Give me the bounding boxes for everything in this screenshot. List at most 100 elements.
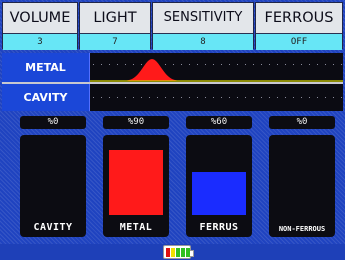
meter-cavity-percent: %0 [20,116,86,129]
grid-dot [341,64,342,65]
meter-ferrus-percent: %60 [186,116,252,129]
grid-dot [293,97,294,98]
settings-header: VOLUME 3 LIGHT 7 SENSITIVITY 8 FERROUS O… [2,2,343,50]
sensitivity-value: 8 [153,34,253,50]
grid-dot [333,64,334,65]
battery-icon [163,245,194,259]
battery-segment [171,248,175,257]
cavity-signal-plot [90,84,343,111]
cavity-dotted-grid [93,97,342,98]
grid-dot [101,64,102,65]
grid-dot [173,64,174,65]
grid-dot [133,97,134,98]
grid-dot [341,97,342,98]
grid-dot [213,64,214,65]
grid-dot [109,64,110,65]
grid-dot [221,64,222,65]
grid-dot [157,97,158,98]
grid-dot [221,97,222,98]
battery-segment [166,248,170,257]
grid-dot [301,64,302,65]
grid-dot [173,97,174,98]
grid-dot [317,64,318,65]
meter-cavity-box: CAVITY [20,135,86,237]
grid-dot [181,97,182,98]
meter-ferrus-name: FERRUS [199,222,239,233]
meter-metal: %90 METAL [103,116,169,237]
grid-dot [205,64,206,65]
metal-signal-plot [90,53,343,82]
grid-dot [261,64,262,65]
light-setting[interactable]: LIGHT 7 [79,2,151,50]
metal-signal-row: METAL [2,53,343,82]
metal-signal-label: METAL [2,53,90,82]
cavity-signal-label: CAVITY [2,84,90,111]
grid-dot [269,64,270,65]
ferrous-value: OFF [256,34,342,50]
meter-non-ferrous-box: NON-FERROUS [269,135,335,237]
grid-dot [125,97,126,98]
meter-metal-percent: %90 [103,116,169,129]
grid-dot [181,64,182,65]
metal-signal-graph [90,59,343,82]
grid-dot [253,97,254,98]
grid-dot [165,64,166,65]
battery-cap [190,250,194,257]
grid-dot [293,64,294,65]
grid-dot [325,97,326,98]
battery-segment [176,248,180,257]
grid-dot [189,97,190,98]
grid-dot [229,64,230,65]
grid-dot [325,64,326,65]
light-value: 7 [80,34,150,50]
grid-dot [309,64,310,65]
meter-metal-fill [109,150,163,215]
ferrous-label: FERROUS [256,3,342,34]
meter-non-ferrous-name: NON-FERROUS [278,225,326,233]
grid-dot [165,97,166,98]
grid-dot [141,64,142,65]
grid-dot [197,97,198,98]
grid-dot [277,64,278,65]
cavity-signal-graph [93,97,342,98]
grid-dot [117,64,118,65]
grid-dot [141,97,142,98]
grid-dot [205,97,206,98]
grid-dot [285,97,286,98]
sensitivity-setting[interactable]: SENSITIVITY 8 [152,2,254,50]
meter-metal-name: METAL [119,222,153,233]
metal-dotted-grid [93,64,342,65]
grid-dot [285,64,286,65]
grid-dot [245,64,246,65]
volume-setting[interactable]: VOLUME 3 [2,2,78,50]
volume-value: 3 [3,34,77,50]
meter-ferrus-box: FERRUS [186,135,252,237]
meter-cavity: %0 CAVITY [20,116,86,237]
grid-dot [261,97,262,98]
light-label: LIGHT [80,3,150,34]
meter-metal-box: METAL [103,135,169,237]
grid-dot [125,64,126,65]
meter-non-ferrous-percent: %0 [269,116,335,129]
grid-dot [245,97,246,98]
grid-dot [109,97,110,98]
metal-signal-wave [110,59,200,81]
grid-dot [149,97,150,98]
grid-dot [237,64,238,65]
grid-dot [133,64,134,65]
grid-dot [269,97,270,98]
meter-non-ferrous: %0 NON-FERROUS [269,116,335,237]
cavity-signal-row: CAVITY [2,84,343,111]
grid-dot [197,64,198,65]
grid-dot [309,97,310,98]
grid-dot [253,64,254,65]
detector-screen: VOLUME 3 LIGHT 7 SENSITIVITY 8 FERROUS O… [0,0,345,260]
grid-dot [101,97,102,98]
grid-dot [301,97,302,98]
sensitivity-label: SENSITIVITY [153,3,253,34]
grid-dot [277,97,278,98]
ferrous-setting[interactable]: FERROUS OFF [255,2,343,50]
meter-ferrus: %60 FERRUS [186,116,252,237]
grid-dot [93,64,94,65]
grid-dot [93,97,94,98]
